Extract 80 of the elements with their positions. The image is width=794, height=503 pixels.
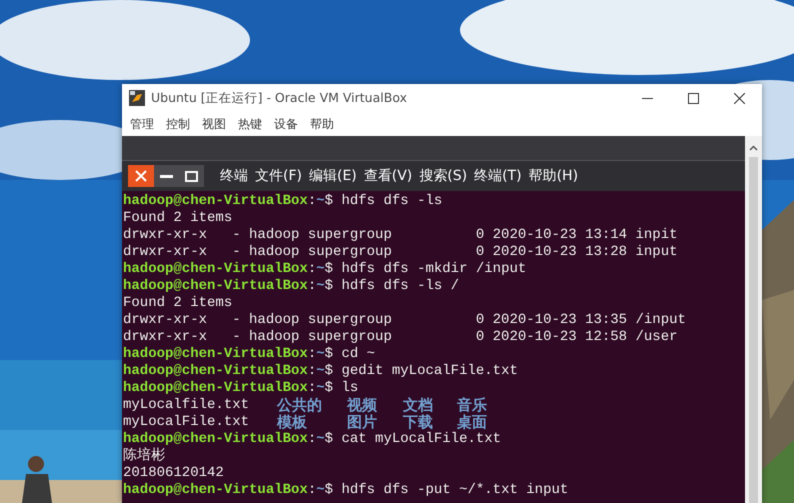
command-text: hdfs dfs -mkdir /input bbox=[341, 261, 526, 278]
prompt-path: ~ bbox=[316, 346, 325, 363]
command-text: gedit myLocalFile.txt bbox=[341, 363, 518, 380]
prompt-separator: : bbox=[308, 482, 316, 499]
folder-name: 视频 bbox=[347, 397, 378, 414]
folder-name: 音乐 bbox=[457, 397, 488, 414]
prompt-user: hadoop@chen-VirtualBox bbox=[123, 278, 308, 295]
folder-name: 公共的 bbox=[277, 397, 323, 414]
output-text: drwxr-xr-x - hadoop supergroup 0 2020-10-23 13:35 /input bbox=[123, 312, 686, 329]
prompt-separator: : bbox=[308, 380, 316, 397]
prompt-user: hadoop@chen-VirtualBox bbox=[123, 193, 308, 210]
folder-name: 模板 bbox=[277, 414, 308, 431]
prompt-path: ~ bbox=[316, 261, 325, 278]
scroll-up-icon[interactable] bbox=[749, 145, 758, 151]
prompt-separator: : bbox=[308, 346, 316, 363]
prompt-path: ~ bbox=[316, 431, 325, 448]
prompt-user: hadoop@chen-VirtualBox bbox=[123, 346, 308, 363]
prompt-separator: : bbox=[308, 431, 316, 448]
file-name: myLocalfile.txt bbox=[123, 397, 250, 414]
prompt-sign: $ bbox=[324, 380, 334, 397]
output-text: drwxr-xr-x - hadoop supergroup 0 2020-10-23 13:14 inpit bbox=[123, 227, 678, 244]
folder-name: 下载 bbox=[403, 414, 434, 431]
prompt-separator: : bbox=[308, 278, 316, 295]
prompt-path: ~ bbox=[316, 482, 325, 499]
menu-item[interactable]: 终端(T) bbox=[474, 167, 522, 185]
command-text: hdfs dfs -put ~/*.txt input bbox=[341, 482, 568, 499]
menu-item[interactable]: 搜索(S) bbox=[419, 167, 468, 185]
menu-item[interactable]: 终端 bbox=[220, 167, 248, 185]
output-text: Found 2 items bbox=[123, 210, 232, 227]
prompt-path: ~ bbox=[316, 380, 325, 397]
command-text: hdfs dfs -ls bbox=[341, 193, 442, 210]
output-text: Found 2 items bbox=[123, 295, 232, 312]
file-name: myLocalFile.txt bbox=[123, 414, 250, 431]
command-text: hdfs dfs -ls / bbox=[341, 278, 460, 295]
close-icon bbox=[135, 170, 147, 182]
menu-item[interactable]: 控制 bbox=[160, 116, 196, 132]
command-text: cd ~ bbox=[341, 346, 376, 363]
prompt-sign: $ bbox=[324, 431, 334, 448]
prompt-user: hadoop@chen-VirtualBox bbox=[123, 363, 308, 380]
prompt-sign: $ bbox=[324, 278, 334, 295]
folder-name: 桌面 bbox=[457, 414, 488, 431]
prompt-sign: $ bbox=[324, 346, 334, 363]
folder-name: 文档 bbox=[403, 397, 434, 414]
menu-item[interactable]: 帮助 bbox=[304, 116, 340, 132]
menu-item[interactable]: 编辑(E) bbox=[308, 167, 357, 185]
menu-item[interactable]: 查看(V) bbox=[364, 167, 412, 185]
output-text: drwxr-xr-x - hadoop supergroup 0 2020-10-23 13:28 input bbox=[123, 244, 678, 261]
folder-name: 图片 bbox=[347, 414, 378, 431]
prompt-user: hadoop@chen-VirtualBox bbox=[123, 482, 308, 499]
menu-item[interactable]: 文件(F) bbox=[255, 167, 302, 185]
menu-item[interactable]: 帮助(H) bbox=[528, 167, 578, 185]
prompt-separator: : bbox=[308, 363, 316, 380]
prompt-path: ~ bbox=[316, 193, 325, 210]
prompt-sign: $ bbox=[324, 261, 334, 278]
minimize-icon[interactable] bbox=[160, 174, 173, 178]
command-text: ls bbox=[341, 380, 358, 397]
prompt-path: ~ bbox=[316, 278, 325, 295]
output-text: 201806120142 bbox=[123, 465, 224, 482]
prompt-sign: $ bbox=[324, 363, 334, 380]
menu-item[interactable]: 管理 bbox=[124, 116, 160, 132]
app-icon bbox=[129, 90, 145, 106]
menu-item[interactable]: 设备 bbox=[268, 116, 304, 132]
prompt-user: hadoop@chen-VirtualBox bbox=[123, 431, 308, 447]
prompt-sign: $ bbox=[324, 482, 334, 499]
menu-item[interactable]: 热键 bbox=[232, 116, 268, 132]
command-text: cat myLocalFile.txt bbox=[341, 431, 502, 448]
maximize-icon[interactable] bbox=[688, 92, 698, 104]
output-text: 陈培彬 bbox=[123, 448, 165, 465]
prompt-separator: : bbox=[308, 193, 316, 210]
close-icon[interactable] bbox=[734, 92, 744, 104]
menu-item[interactable]: 视图 bbox=[196, 116, 232, 132]
scrollbar-thumb[interactable] bbox=[749, 157, 758, 503]
close-button[interactable] bbox=[128, 165, 154, 187]
prompt-user: hadoop@chen-VirtualBox bbox=[123, 380, 308, 397]
window-title: Ubuntu [正在运行] - Oracle VM VirtualBox bbox=[151, 90, 408, 106]
prompt-sign: $ bbox=[324, 193, 334, 210]
prompt-separator: : bbox=[308, 261, 316, 278]
prompt-user: hadoop@chen-VirtualBox bbox=[123, 261, 308, 278]
output-text: drwxr-xr-x - hadoop supergroup 0 2020-10-23 12:58 /user bbox=[123, 329, 678, 346]
prompt-path: ~ bbox=[316, 363, 325, 380]
